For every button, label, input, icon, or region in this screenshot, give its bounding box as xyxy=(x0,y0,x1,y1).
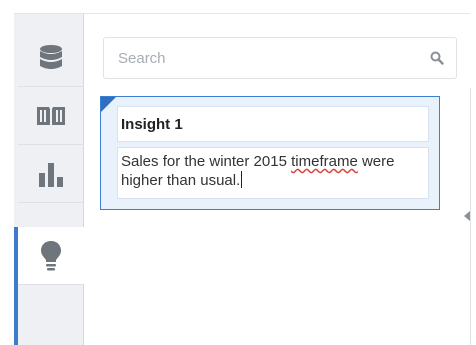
lightbulb-icon xyxy=(40,240,62,272)
panel-divider xyxy=(470,88,471,345)
rail-item-library[interactable] xyxy=(18,88,84,145)
rail-item-visualizations[interactable] xyxy=(18,146,84,203)
insight-card[interactable]: Insight 1 Sales for the winter 2015 time… xyxy=(100,96,440,210)
insight-body-field[interactable]: Sales for the winter 2015 timeframe were… xyxy=(117,147,429,199)
collapse-panel-icon[interactable] xyxy=(464,211,470,221)
active-rail-indicator xyxy=(14,227,18,345)
book-icon xyxy=(36,105,66,127)
insight-title-field[interactable]: Insight 1 xyxy=(117,106,429,142)
insight-body-start: Sales for the winter 2015 xyxy=(121,153,292,170)
insight-title: Insight 1 xyxy=(121,116,183,133)
selected-corner-marker xyxy=(101,97,116,112)
search-box[interactable] xyxy=(103,37,457,79)
bar-chart-icon xyxy=(38,161,64,187)
insights-workspace: Insight 1 Sales for the winter 2015 time… xyxy=(0,0,476,345)
rail-item-data[interactable] xyxy=(18,30,84,87)
database-icon xyxy=(39,44,63,72)
search-input[interactable] xyxy=(118,49,408,67)
rail-item-insights[interactable] xyxy=(18,227,85,285)
misspelled-word[interactable]: timeframe xyxy=(291,153,358,170)
text-caret xyxy=(241,171,243,188)
search-icon[interactable] xyxy=(430,51,444,70)
